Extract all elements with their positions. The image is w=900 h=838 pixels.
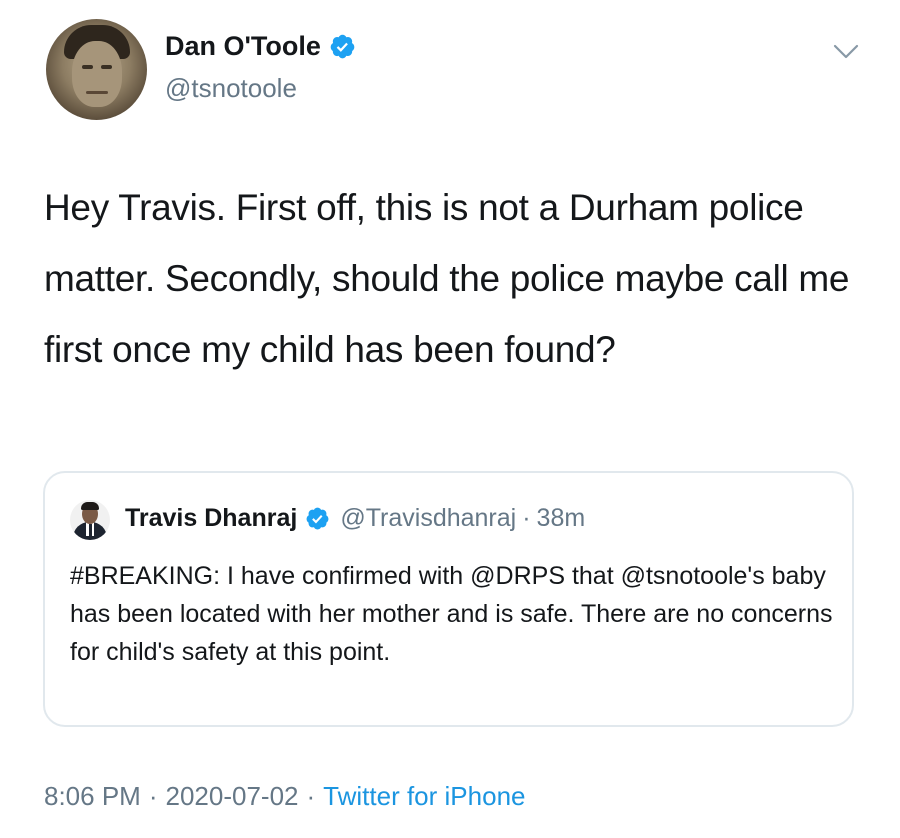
quoted-tweet-text: #BREAKING: I have confirmed with @DRPS t…	[70, 562, 833, 666]
verified-badge-icon	[330, 34, 355, 59]
author-name-line[interactable]: Dan O'Toole	[165, 33, 356, 60]
author-handle[interactable]: @tsnotoole	[165, 75, 297, 101]
author-avatar[interactable]	[46, 19, 147, 120]
quoted-tweet-card[interactable]: Travis Dhanraj @Travisdhanraj · 38m #BRE…	[43, 471, 854, 727]
tweet-text: Hey Travis. First off, this is not a Dur…	[44, 187, 850, 370]
tweet-time[interactable]: 8:06 PM	[44, 783, 141, 809]
separator-dot: ·	[306, 781, 316, 811]
avatar-hair	[81, 502, 99, 510]
quoted-author-display-name[interactable]: Travis Dhanraj	[125, 506, 297, 531]
quoted-tweet-time[interactable]: 38m	[537, 506, 586, 531]
quoted-tweet-header: Travis Dhanraj @Travisdhanraj · 38m	[125, 506, 585, 531]
avatar-eye	[101, 65, 112, 69]
separator-dot: ·	[148, 781, 158, 811]
verified-badge-icon	[306, 507, 329, 530]
quoted-author-handle[interactable]: @Travisdhanraj	[340, 506, 516, 531]
avatar-mouth	[86, 91, 108, 94]
separator-dot: ·	[522, 504, 531, 532]
quoted-author-avatar[interactable]	[70, 500, 110, 540]
author-display-name[interactable]: Dan O'Toole	[165, 33, 321, 60]
avatar-face	[72, 41, 122, 107]
tweet-source-link[interactable]: Twitter for iPhone	[323, 783, 525, 809]
tweet-date[interactable]: 2020-07-02	[166, 783, 299, 809]
avatar-eye	[82, 65, 93, 69]
avatar-tie	[88, 524, 92, 536]
chevron-down-icon[interactable]	[832, 42, 860, 62]
tweet-meta: 8:06 PM · 2020-07-02 · Twitter for iPhon…	[44, 783, 525, 809]
